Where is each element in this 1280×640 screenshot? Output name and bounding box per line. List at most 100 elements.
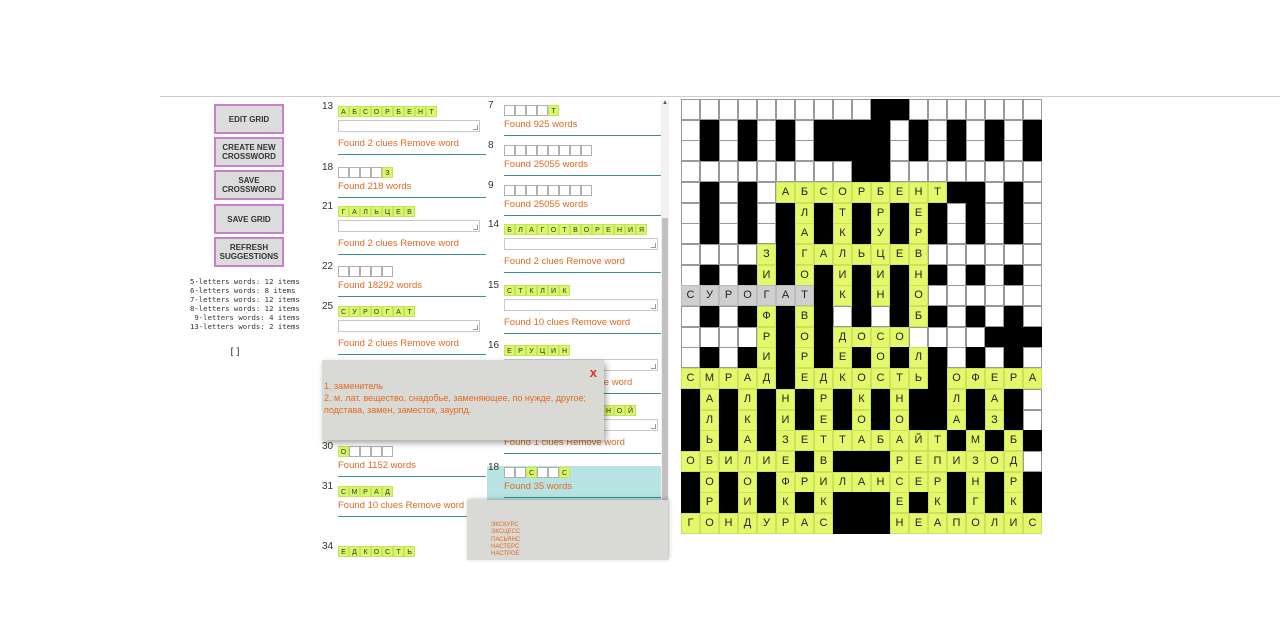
grid-cell[interactable]: Н (890, 513, 909, 534)
grid-cell[interactable] (852, 492, 871, 514)
grid-cell[interactable]: Н (776, 388, 795, 410)
grid-cell[interactable] (700, 140, 719, 162)
grid-cell[interactable] (1004, 99, 1023, 120)
letter-box[interactable]: С (338, 486, 349, 497)
grid-cell[interactable]: М (700, 368, 719, 390)
grid-cell[interactable] (1023, 243, 1042, 265)
letter-box[interactable]: О (581, 224, 592, 235)
grid-cell[interactable] (776, 99, 795, 120)
grid-cell[interactable] (947, 161, 966, 183)
scroll-up-arrow[interactable]: ▲ (661, 100, 669, 106)
grid-cell[interactable] (757, 119, 776, 141)
grid-cell[interactable] (776, 243, 795, 265)
grid-cell[interactable] (928, 306, 947, 327)
grid-cell[interactable]: Р (757, 326, 776, 348)
grid-cell[interactable] (814, 140, 833, 162)
grid-cell[interactable]: Б (871, 430, 890, 452)
letter-box[interactable] (537, 185, 548, 196)
grid-cell[interactable] (814, 161, 833, 183)
grid-cell[interactable]: Г (795, 243, 814, 265)
grid-cell[interactable] (1023, 450, 1042, 472)
grid-cell[interactable] (985, 243, 1004, 265)
grid-cell[interactable]: Е (795, 368, 814, 390)
grid-cell[interactable] (985, 471, 1004, 493)
letter-box[interactable]: О (371, 546, 382, 557)
grid-cell[interactable] (985, 285, 1004, 307)
letter-box[interactable] (371, 266, 382, 277)
letter-box[interactable]: Б (349, 106, 360, 117)
grid-cell[interactable] (1004, 161, 1023, 183)
grid-cell[interactable] (928, 161, 947, 183)
grid-cell[interactable]: К (928, 492, 947, 514)
grid-cell[interactable]: Л (833, 471, 852, 493)
letter-box[interactable]: Е (603, 224, 614, 235)
letter-box[interactable] (360, 167, 371, 178)
crossword-grid[interactable]: АБСОРБЕНТЛТРЕАКУРЗГАЛЬЦЕВИОИИНСУРОГАТКНО… (681, 99, 1042, 534)
letter-box[interactable]: Л (360, 206, 371, 217)
grid-cell[interactable] (928, 409, 947, 431)
grid-cell[interactable]: С (1023, 513, 1042, 534)
grid-cell[interactable] (719, 409, 738, 431)
grid-cell[interactable] (1004, 223, 1023, 245)
grid-cell[interactable]: А (738, 430, 757, 452)
grid-cell[interactable] (719, 326, 738, 348)
letter-box[interactable] (338, 167, 349, 178)
grid-cell[interactable] (719, 492, 738, 514)
grid-cell[interactable] (985, 326, 1004, 348)
grid-cell[interactable]: К (852, 388, 871, 410)
grid-cell[interactable] (966, 264, 985, 286)
clue-textarea[interactable] (504, 238, 658, 250)
grid-cell[interactable] (985, 119, 1004, 141)
grid-cell[interactable]: П (928, 450, 947, 472)
letter-box[interactable] (559, 185, 570, 196)
letter-box[interactable] (515, 467, 526, 478)
grid-cell[interactable] (719, 306, 738, 327)
grid-cell[interactable]: А (1023, 368, 1042, 390)
letter-box[interactable]: А (371, 486, 382, 497)
grid-cell[interactable]: Т (795, 285, 814, 307)
grid-cell[interactable] (738, 347, 757, 369)
suggestion-item[interactable]: ЭКСКУРС (491, 522, 520, 529)
entry-info[interactable]: Found 2 clues Remove word (504, 256, 625, 267)
grid-cell[interactable]: А (852, 471, 871, 493)
grid-cell[interactable]: О (738, 471, 757, 493)
grid-cell[interactable]: И (738, 492, 757, 514)
grid-cell[interactable] (833, 306, 852, 327)
grid-cell[interactable] (719, 140, 738, 162)
letter-box[interactable]: И (548, 345, 559, 356)
grid-cell[interactable] (871, 513, 890, 534)
letter-box[interactable]: С (360, 106, 371, 117)
grid-cell[interactable]: И (833, 264, 852, 286)
grid-cell[interactable] (681, 243, 700, 265)
letter-box[interactable]: С (559, 467, 570, 478)
grid-cell[interactable] (738, 99, 757, 120)
grid-cell[interactable]: Л (985, 513, 1004, 534)
letter-box[interactable]: С (504, 285, 515, 296)
grid-cell[interactable]: З (757, 243, 776, 265)
grid-cell[interactable] (814, 264, 833, 286)
grid-cell[interactable] (1004, 264, 1023, 286)
grid-cell[interactable]: Е (833, 347, 852, 369)
grid-cell[interactable] (700, 181, 719, 203)
grid-cell[interactable]: О (966, 513, 985, 534)
grid-cell[interactable]: Б (871, 181, 890, 203)
letter-box[interactable]: С (526, 467, 537, 478)
grid-cell[interactable]: А (700, 388, 719, 410)
grid-cell[interactable]: Ф (757, 306, 776, 327)
grid-cell[interactable] (681, 388, 700, 410)
grid-cell[interactable] (719, 471, 738, 493)
letter-box[interactable] (581, 145, 592, 156)
entry-info[interactable]: Found 1152 words (338, 460, 416, 471)
grid-cell[interactable] (947, 306, 966, 327)
grid-cell[interactable] (1023, 264, 1042, 286)
grid-cell[interactable]: Р (871, 202, 890, 224)
letter-box[interactable] (504, 145, 515, 156)
letter-box[interactable]: Р (515, 345, 526, 356)
letter-box[interactable]: Г (382, 306, 393, 317)
grid-cell[interactable]: Р (890, 450, 909, 472)
grid-cell[interactable] (795, 450, 814, 472)
letter-box[interactable]: У (526, 345, 537, 356)
letter-box[interactable]: К (360, 546, 371, 557)
grid-cell[interactable] (738, 326, 757, 348)
letter-box[interactable]: Д (349, 546, 360, 557)
